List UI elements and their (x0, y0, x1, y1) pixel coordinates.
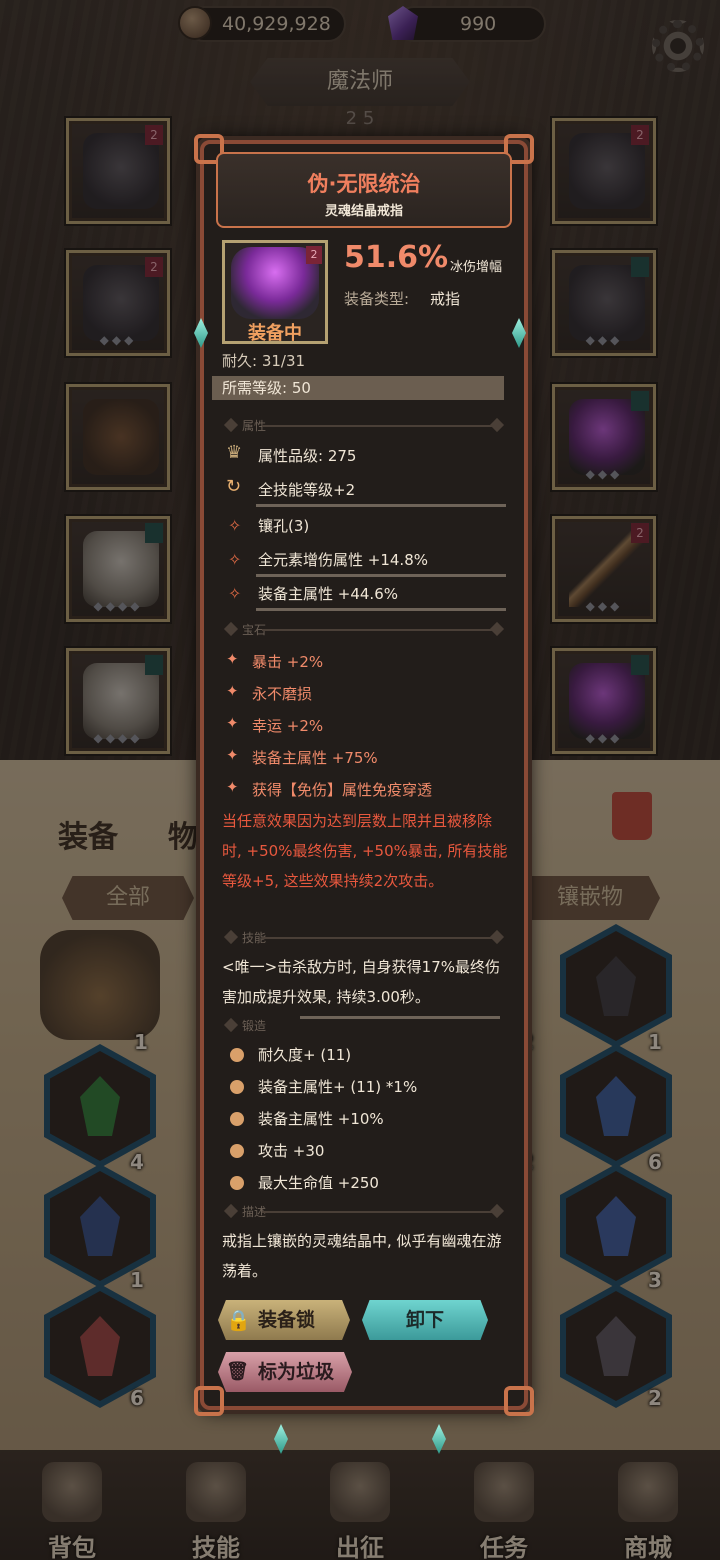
section-header-forge: 锻造 (222, 1016, 506, 1036)
forge-dot-icon (230, 1112, 244, 1126)
forge-row: 最大生命值 +250 (222, 1168, 506, 1198)
attribute-row: ✧ 镶孔(3) (228, 516, 310, 535)
equip-lock-button[interactable]: 🔒 装备锁 (218, 1300, 350, 1340)
forge-dot-icon (230, 1048, 244, 1062)
level-requirement: 所需等级: 50 (212, 376, 504, 400)
forge-dot-icon (230, 1080, 244, 1094)
forge-row: 装备主属性 +10% (222, 1104, 506, 1134)
gem-effect-row: ✦ 暴击 +2% (226, 650, 324, 671)
forge-row: 攻击 +30 (222, 1136, 506, 1166)
spark-icon: ✧ (228, 584, 242, 603)
item-portrait: 2 装备中 (222, 240, 328, 344)
attribute-row: ↻ 全技能等级+2 (222, 476, 506, 507)
star-icon: ✦ (226, 682, 239, 700)
gem-effect-row: ✦ 获得【免伤】属性免疫穿透 (226, 778, 433, 799)
star-icon: ✦ (226, 778, 239, 796)
forge-dot-icon (230, 1176, 244, 1190)
forge-row: 耐久度+ (11) (222, 1040, 506, 1070)
gem-effect-row: ✦ 装备主属性 +75% (226, 746, 378, 767)
item-title-header: 伪·无限统治 灵魂结晶戒指 (216, 152, 512, 228)
lock-icon: 🔒 (226, 1308, 251, 1332)
section-header-skill: 技能 (222, 928, 506, 948)
section-header-gems: 宝石 (222, 620, 506, 640)
item-name: 伪·无限统治 (307, 172, 421, 196)
spark-icon: ✧ (228, 550, 242, 569)
item-tier-badge: 2 (306, 246, 322, 264)
forge-dot-icon (230, 1144, 244, 1158)
panel-corner-ornament (194, 1386, 224, 1416)
gem-effect-row: ✦ 幸运 +2% (226, 714, 324, 735)
equipped-label: 装备中 (248, 323, 302, 344)
spark-icon: ✧ (228, 516, 242, 535)
gem-set-effect-text: 当任意效果因为达到层数上限并且被移除时, +50%最终伤害, +50%暴击, 所… (222, 812, 508, 890)
mark-junk-button[interactable]: 🗑 标为垃圾 (218, 1352, 352, 1392)
star-icon: ✦ (226, 714, 239, 732)
item-subtitle: 灵魂结晶戒指 (324, 204, 403, 219)
lotus-icon: ♛ (226, 442, 243, 463)
gem-effect-row: ✦ 永不磨损 (226, 682, 313, 703)
description-text: 戒指上镶嵌的灵魂结晶中, 似乎有幽魂在游荡着。 (222, 1232, 502, 1280)
section-header-description: 描述 (222, 1202, 506, 1222)
main-stat-name: 冰伤增幅 (450, 260, 503, 275)
main-stat-value: 51.6% (344, 240, 449, 275)
section-header-attributes: 属性 (222, 416, 506, 436)
attribute-row: ♛ 属性品级: 275 (226, 442, 357, 465)
unequip-button[interactable]: 卸下 (362, 1300, 488, 1340)
skill-text: <唯一>击杀敌方时, 自身获得17%最终伤害加成提升效果, 持续3.00秒。 (222, 958, 501, 1006)
panel-corner-ornament (504, 1386, 534, 1416)
star-icon: ✦ (226, 650, 239, 668)
attribute-row: ✧ 装备主属性 +44.6% (222, 580, 506, 611)
attribute-row: ✧ 全元素增伤属性 +14.8% (222, 546, 506, 577)
star-icon: ✦ (226, 746, 239, 764)
trash-can-icon: 🗑 (226, 1361, 249, 1382)
forge-row: 装备主属性+ (11) *1% (222, 1072, 506, 1102)
item-type-label: 装备类型: (344, 290, 410, 308)
durability-text: 耐久: 31/31 (222, 352, 306, 370)
item-type-value: 戒指 (430, 290, 461, 308)
cycle-icon: ↻ (226, 476, 242, 497)
